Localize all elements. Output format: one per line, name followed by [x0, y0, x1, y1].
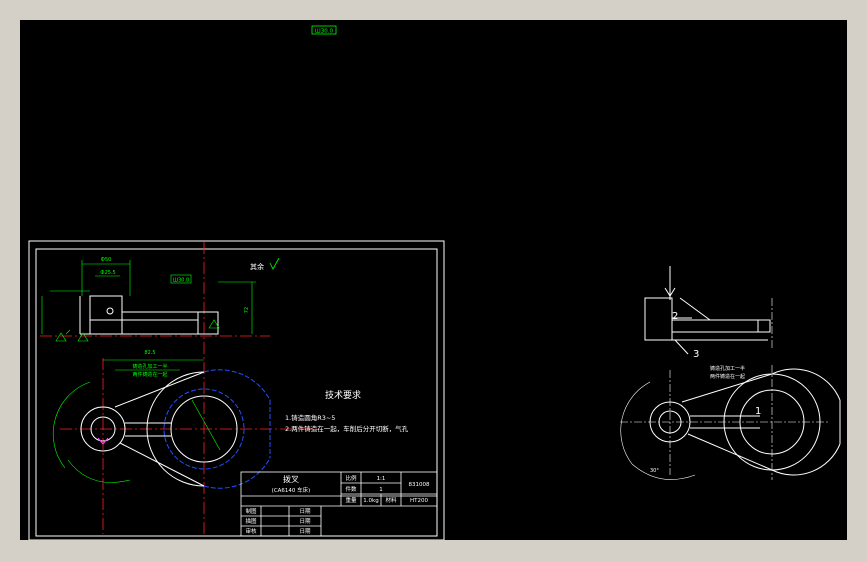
scale-label: 比例	[345, 474, 357, 482]
row-label-trace: 描图	[245, 517, 257, 525]
dim-top-width: Ф50	[101, 257, 112, 263]
dim-note-1: 铸造孔加工一半	[132, 363, 167, 370]
weight-label: 重量	[345, 496, 357, 504]
roughness-symbol	[269, 257, 280, 270]
right-side-view	[644, 266, 771, 355]
sheet-outer-border	[28, 240, 445, 540]
material-value: HT200	[410, 498, 428, 504]
callout-3: 3	[693, 349, 699, 360]
callout-1: 1	[755, 406, 761, 417]
drawing-no: 831008	[409, 482, 430, 488]
right-note-2: 两件铸造在一起	[710, 373, 745, 380]
sheet-inner-border	[35, 248, 438, 537]
section-view	[79, 295, 219, 335]
top-tag: Ш30.0	[315, 29, 334, 35]
left-sheet: Ф50 Ф25.5 72 Ш30.0 其余 82.5 铸造孔加工一半 两件铸造在…	[28, 240, 445, 540]
dim-note-2: 两件铸造在一起	[132, 371, 167, 378]
dim-center-distance: 82.5	[144, 350, 155, 356]
row-label-draw: 制图	[245, 507, 257, 515]
drawing-svg: Ш30.0 Ф50 Ф25.5 72 Ш30.0 其余 82.5 铸造孔加工一半…	[28, 25, 841, 540]
tech-item-1: 1.铸造圆角R3~5	[285, 413, 335, 422]
material-label: 材料	[385, 496, 397, 504]
section-tag: Ш30.0	[173, 278, 189, 284]
weight-value: 1.0kg	[363, 498, 378, 504]
tech-item-2: 2.两件铸造在一起，车削后分开切断，气孔	[285, 424, 409, 433]
row-date-check: 日期	[299, 528, 311, 535]
qty-label: 件数	[345, 485, 357, 493]
tech-title: 技术要求	[325, 389, 361, 401]
section-dimensions	[41, 260, 256, 342]
right-angle-arc	[620, 381, 696, 480]
row-date-trace: 日期	[299, 518, 311, 525]
dim-side-height: 72	[244, 307, 250, 313]
roughness-label: 其余	[250, 262, 264, 271]
row-date-draw: 日期	[299, 508, 311, 515]
part-name: 拨叉	[283, 474, 299, 484]
right-note-1: 铸造孔加工一半	[710, 365, 745, 372]
row-label-check: 审核	[245, 527, 257, 535]
right-views: 2 3 30° 1 铸造孔加工一半 两件铸造在一起	[620, 266, 841, 480]
cad-drawing-canvas[interactable]: Ш30.0 Ф50 Ф25.5 72 Ш30.0 其余 82.5 铸造孔加工一半…	[20, 20, 847, 540]
right-angle: 30°	[650, 468, 659, 474]
part-subtitle: (CA6140 车床)	[272, 486, 311, 494]
plan-dimensions	[52, 359, 221, 483]
dim-top-bore: Ф25.5	[100, 270, 115, 276]
callout-2: 2	[672, 311, 678, 322]
qty-value: 1	[379, 487, 383, 493]
scale-value: 1:1	[377, 476, 386, 482]
